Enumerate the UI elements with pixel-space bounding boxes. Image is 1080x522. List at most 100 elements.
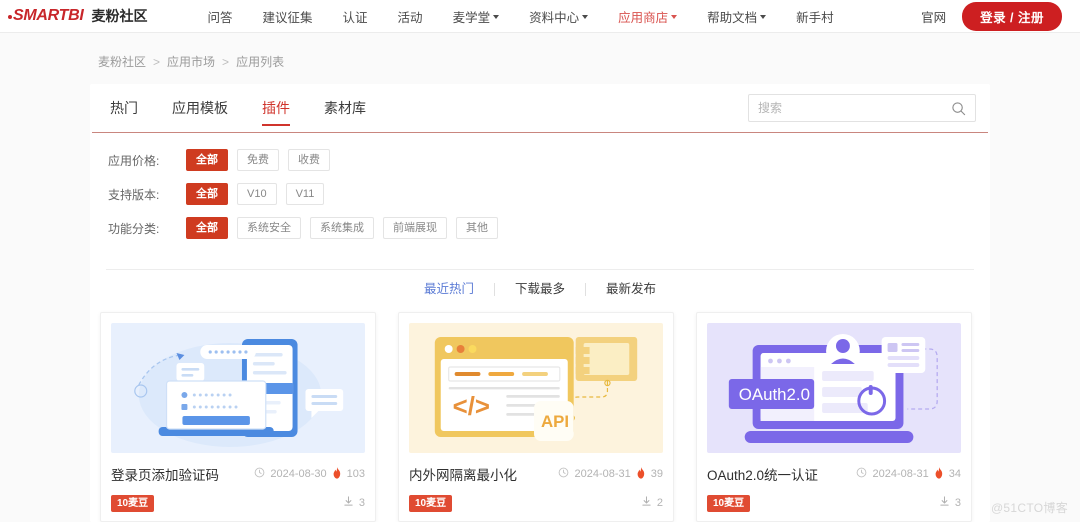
nav-item-label: 认证	[342, 10, 368, 25]
clock-icon	[856, 465, 867, 483]
filter-row-2: 功能分类: 全部 系统安全 系统集成 前端展现 其他	[108, 217, 990, 239]
nav-item-5[interactable]: 资料中心	[514, 7, 603, 26]
watermark: @51CTO博客	[990, 501, 1068, 515]
app-download-stat: 3	[939, 494, 961, 512]
nav-item-label: 问答	[207, 10, 233, 25]
top-navigation-bar: SMARTBI 麦粉社区 问答 建议征集 认证 活动 麦学堂 资料中心 应用商店 帮助文档 新手…	[0, 0, 1080, 33]
filter-chip[interactable]: 其他	[456, 217, 498, 239]
nav-item-0[interactable]: 问答	[193, 7, 248, 26]
app-hot-count: 39	[650, 468, 663, 480]
nav-item-8[interactable]: 新手村	[781, 7, 849, 26]
app-card[interactable]: OAuth2.0 OAuth2.0统一认证 2024-08-31 34 10麦豆	[696, 312, 972, 522]
nav-item-label: 资料中心	[529, 10, 580, 25]
tab-label: 插件	[262, 100, 290, 116]
app-thumbnail: </> API	[409, 323, 663, 453]
app-thumbnail	[111, 323, 365, 453]
download-icon	[641, 494, 652, 512]
chevron-down-icon	[671, 15, 678, 19]
app-card-header: OAuth2.0统一认证 2024-08-31 34	[707, 464, 961, 484]
nav-item-label: 应用商店	[618, 10, 669, 25]
nav-item-4[interactable]: 麦学堂	[438, 7, 515, 26]
breadcrumb-separator: >	[153, 54, 161, 69]
official-site-link[interactable]: 官网	[921, 7, 946, 26]
app-card-footer: 10麦豆 2	[409, 494, 663, 512]
app-download-count: 2	[656, 497, 663, 509]
app-download-count: 3	[358, 497, 365, 509]
nav-item-label: 活动	[397, 10, 423, 25]
nav-item-7[interactable]: 帮助文档	[692, 7, 781, 26]
filter-chip[interactable]: 全部	[186, 217, 228, 239]
svg-text:</>: </>	[453, 393, 490, 421]
app-card-footer: 10麦豆 3	[707, 494, 961, 512]
clock-icon	[558, 465, 569, 483]
app-price-badge: 10麦豆	[707, 494, 751, 512]
site-logo[interactable]: SMARTBI 麦粉社区	[8, 6, 148, 26]
nav-item-label: 麦学堂	[452, 10, 491, 25]
chevron-down-icon	[493, 15, 500, 19]
chevron-down-icon	[760, 15, 767, 19]
filter-row-0: 应用价格: 全部 免费 收费	[108, 149, 990, 171]
app-card[interactable]: </> API 内外网隔离最小化 2024-08-31 39 10麦豆 2	[398, 312, 674, 522]
filter-chip[interactable]: 免费	[237, 149, 279, 171]
filter-chip[interactable]: 前端展现	[383, 217, 447, 239]
sort-bar: 最近热门 下载最多 最新发布	[90, 270, 990, 306]
search-icon[interactable]	[951, 101, 966, 116]
category-tabs-row: 热门 应用模板 插件 素材库	[90, 84, 990, 132]
svg-text:OAuth2.0: OAuth2.0	[739, 385, 810, 404]
nav-item-1[interactable]: 建议征集	[248, 7, 328, 26]
content-container: 麦粉社区>应用市场>应用列表 热门应用模板插件素材库 应用价格:全部免费收费支持…	[90, 33, 990, 522]
breadcrumb-item-0[interactable]: 麦粉社区	[98, 53, 146, 70]
filter-chip[interactable]: V10	[237, 183, 277, 205]
breadcrumb-item-2: 应用列表	[236, 55, 285, 69]
search-box[interactable]	[748, 94, 976, 122]
filter-chip[interactable]: 收费	[288, 149, 330, 171]
tab-3[interactable]: 素材库	[307, 84, 383, 132]
nav-item-label: 新手村	[796, 10, 834, 25]
main-nav: 问答 建议征集 认证 活动 麦学堂 资料中心 应用商店 帮助文档 新手村	[193, 7, 849, 26]
app-download-stat: 3	[343, 494, 365, 512]
tab-0[interactable]: 热门	[106, 84, 155, 132]
filter-chip[interactable]: 全部	[186, 183, 228, 205]
sort-option-2[interactable]: 最新发布	[586, 283, 676, 296]
nav-item-label: 建议征集	[262, 10, 313, 25]
download-icon	[939, 494, 950, 512]
filter-row-1: 支持版本: 全部 V10 V11	[108, 183, 990, 205]
app-card[interactable]: 登录页添加验证码 2024-08-30 103 10麦豆 3	[100, 312, 376, 522]
filter-chip[interactable]: 系统集成	[310, 217, 374, 239]
clock-icon	[254, 465, 265, 483]
tab-label: 应用模板	[172, 100, 228, 116]
nav-item-6[interactable]: 应用商店	[603, 7, 692, 26]
app-meta: 2024-08-31 34	[856, 465, 961, 483]
filter-label: 功能分类:	[108, 221, 160, 236]
breadcrumb-separator: >	[222, 54, 230, 69]
logo-community-text: 麦粉社区	[91, 8, 148, 24]
app-download-stat: 2	[641, 494, 663, 512]
filter-chip-group: 全部 系统安全 系统集成 前端展现 其他	[186, 217, 498, 239]
app-price-badge: 10麦豆	[409, 494, 453, 512]
search-input[interactable]	[758, 101, 951, 115]
app-title: 内外网隔离最小化	[409, 468, 517, 483]
page-body: 麦粉社区>应用市场>应用列表 热门应用模板插件素材库 应用价格:全部免费收费支持…	[0, 33, 1080, 522]
fire-icon	[934, 466, 944, 482]
filter-label: 应用价格:	[108, 153, 160, 168]
app-date: 2024-08-31	[872, 468, 929, 480]
breadcrumb-item-1[interactable]: 应用市场	[167, 53, 215, 70]
app-card-header: 内外网隔离最小化 2024-08-31 39	[409, 464, 663, 484]
nav-item-label: 帮助文档	[707, 10, 758, 25]
filter-chip[interactable]: V11	[285, 183, 325, 205]
sort-option-1[interactable]: 下载最多	[495, 283, 586, 296]
fire-icon	[636, 466, 646, 482]
logo-dot-icon	[8, 15, 12, 19]
filter-chip[interactable]: 全部	[186, 149, 228, 171]
tab-2[interactable]: 插件	[245, 84, 307, 132]
app-meta: 2024-08-30 103	[254, 465, 365, 483]
nav-item-2[interactable]: 认证	[328, 7, 383, 26]
filter-label: 支持版本:	[108, 187, 160, 202]
filter-chip-group: 全部 免费 收费	[186, 149, 330, 171]
category-tabs: 热门 应用模板 插件 素材库	[106, 84, 383, 132]
sort-option-0[interactable]: 最近热门	[404, 283, 495, 296]
login-register-button[interactable]: 登录 / 注册	[962, 1, 1062, 31]
filter-chip[interactable]: 系统安全	[237, 217, 301, 239]
nav-item-3[interactable]: 活动	[383, 7, 438, 26]
tab-1[interactable]: 应用模板	[155, 84, 245, 132]
